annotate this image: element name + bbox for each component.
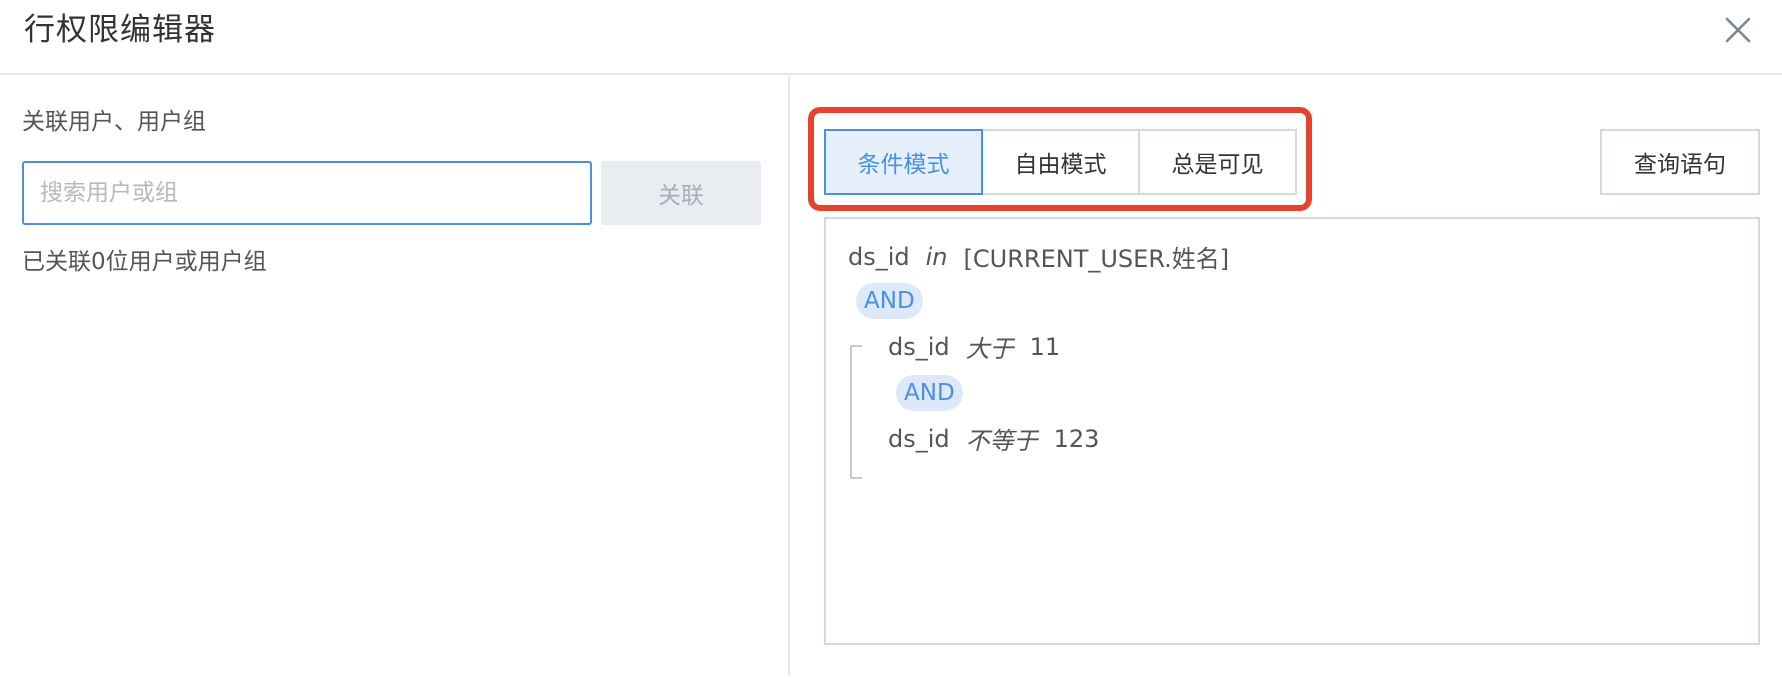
- condition-group-bracket: [850, 345, 862, 479]
- mode-tabs: 条件模式 自由模式 总是可见: [824, 129, 1297, 195]
- linked-count-text: 已关联0位用户或用户组: [22, 249, 267, 275]
- close-icon: [1725, 17, 1751, 43]
- condition-operator: 不等于: [965, 427, 1038, 455]
- link-button[interactable]: 关联: [601, 161, 761, 225]
- condition-field: ds_id: [888, 424, 950, 453]
- query-statement-button[interactable]: 查询语句: [1600, 129, 1760, 195]
- condition-operator: in: [925, 242, 948, 271]
- and-operator-badge[interactable]: AND: [896, 375, 963, 411]
- associate-users-label: 关联用户、用户组: [22, 109, 206, 135]
- condition-editor: ds_id in [CURRENT_USER.姓名] AND ds_id 大于 …: [824, 217, 1760, 645]
- condition-operator: 大于: [965, 335, 1014, 363]
- dialog-title: 行权限编辑器: [24, 12, 216, 48]
- close-button[interactable]: [1718, 10, 1758, 50]
- condition-row[interactable]: ds_id 不等于 123: [888, 421, 1099, 456]
- tab-free-mode[interactable]: 自由模式: [981, 129, 1140, 195]
- right-panel: 条件模式 自由模式 总是可见 查询语句 ds_id in [CURRENT_US…: [792, 77, 1782, 675]
- row-permission-editor-dialog: 行权限编辑器 关联用户、用户组 关联 已关联0位用户或用户组 条件模式 自由模式…: [0, 0, 1782, 678]
- condition-row[interactable]: ds_id 大于 11: [888, 329, 1060, 364]
- condition-value: [CURRENT_USER.姓名]: [963, 245, 1230, 273]
- condition-field: ds_id: [848, 242, 910, 271]
- condition-row[interactable]: ds_id in [CURRENT_USER.姓名]: [848, 239, 1229, 274]
- condition-value: 11: [1029, 332, 1061, 361]
- tab-condition-mode[interactable]: 条件模式: [824, 129, 983, 195]
- condition-value: 123: [1053, 424, 1100, 453]
- tab-always-visible[interactable]: 总是可见: [1138, 129, 1297, 195]
- and-operator-badge[interactable]: AND: [856, 283, 923, 319]
- left-panel: 关联用户、用户组 关联 已关联0位用户或用户组: [0, 77, 790, 675]
- dialog-header: 行权限编辑器: [0, 0, 1782, 75]
- search-input[interactable]: [22, 161, 592, 225]
- condition-field: ds_id: [888, 332, 950, 361]
